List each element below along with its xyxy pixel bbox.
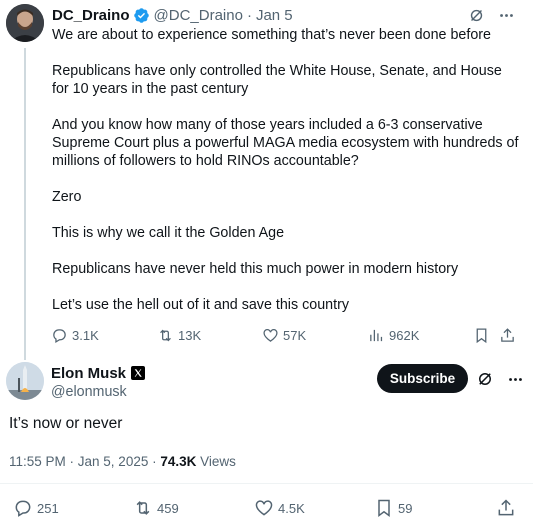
author-name[interactable]: Elon Musk bbox=[51, 365, 126, 382]
views-count: 74.3K bbox=[160, 454, 197, 469]
share-button[interactable] bbox=[496, 498, 516, 518]
post-timestamp: 11:55 PM · Jan 5, 2025 · 74.3K Views bbox=[9, 454, 236, 469]
more-icon[interactable] bbox=[506, 370, 524, 388]
reply-paragraph: And you know how many of those years inc… bbox=[52, 117, 519, 169]
bookmark-icon bbox=[378, 499, 390, 517]
share-icon bbox=[501, 327, 514, 342]
views-icon bbox=[370, 329, 383, 341]
reply-paragraph: Republicans have never held this much po… bbox=[52, 261, 459, 277]
main-top-actions bbox=[476, 370, 524, 388]
reply-top-actions bbox=[467, 6, 515, 24]
like-icon bbox=[255, 500, 273, 516]
author-handle[interactable]: @elonmusk bbox=[51, 384, 145, 400]
reply-icon bbox=[53, 328, 66, 343]
reply-paragraph: This is why we call it the Golden Age bbox=[52, 225, 285, 241]
grok-icon[interactable] bbox=[476, 370, 494, 388]
grok-icon[interactable] bbox=[467, 6, 485, 24]
reply-paragraph: Let’s use the hell out of it and save th… bbox=[52, 297, 349, 313]
repost-icon bbox=[136, 501, 150, 515]
reply-header: DC_Draino @DC_Draino · Jan 5 bbox=[52, 5, 293, 25]
repost-icon bbox=[160, 329, 171, 341]
reply-count: 251 bbox=[37, 500, 59, 516]
repost-button[interactable]: 13K bbox=[157, 327, 201, 344]
views-button[interactable]: 962K bbox=[368, 327, 419, 344]
more-icon[interactable] bbox=[497, 6, 515, 24]
main-action-row: 251 459 4.5K 59 bbox=[0, 498, 533, 518]
avatar-elon-musk[interactable] bbox=[6, 362, 44, 400]
reply-body: We are about to experience something tha… bbox=[52, 26, 522, 314]
divider bbox=[0, 483, 533, 484]
repost-count: 13K bbox=[178, 327, 202, 343]
reply-paragraph: Zero bbox=[52, 189, 82, 205]
share-icon bbox=[498, 499, 514, 516]
views-label: Views bbox=[196, 454, 236, 469]
post-time[interactable]: Jan 5 bbox=[256, 7, 293, 24]
views-count: 962K bbox=[389, 327, 420, 343]
bookmark-button[interactable]: 59 bbox=[374, 498, 412, 518]
subscribe-button[interactable]: Subscribe bbox=[377, 364, 468, 393]
avatar-dc-draino[interactable] bbox=[6, 4, 44, 42]
main-post-header: Elon Musk @elonmusk bbox=[51, 364, 146, 400]
like-button[interactable]: 4.5K bbox=[254, 498, 305, 518]
main-post-text: It’s now or never bbox=[9, 415, 123, 432]
reply-action-row: 3.1K 13K 57K 962K bbox=[0, 326, 533, 344]
reply-paragraph: Republicans have only controlled the Whi… bbox=[52, 63, 502, 97]
like-count: 4.5K bbox=[278, 500, 305, 516]
x-affiliate-badge bbox=[131, 366, 146, 380]
repost-button[interactable]: 459 bbox=[133, 498, 179, 518]
like-icon bbox=[263, 328, 278, 342]
thread-connector bbox=[24, 48, 26, 360]
reply-icon bbox=[15, 500, 31, 517]
bookmark-count: 59 bbox=[398, 500, 413, 516]
like-button[interactable]: 57K bbox=[262, 327, 306, 344]
reply-button[interactable]: 3.1K bbox=[51, 327, 99, 344]
post-time[interactable]: 11:55 PM · Jan 5, 2025 · bbox=[9, 454, 160, 469]
separator: · bbox=[246, 6, 252, 24]
author-name[interactable]: DC_Draino bbox=[52, 7, 130, 24]
share-button[interactable] bbox=[499, 327, 516, 344]
bookmark-icon bbox=[476, 327, 487, 343]
verified-icon bbox=[133, 7, 150, 24]
reply-button[interactable]: 251 bbox=[13, 498, 59, 518]
repost-count: 459 bbox=[157, 500, 179, 516]
bookmark-button[interactable] bbox=[473, 327, 490, 344]
main-name-row: Elon Musk bbox=[51, 364, 146, 382]
like-count: 57K bbox=[283, 327, 307, 343]
author-handle[interactable]: @DC_Draino bbox=[154, 7, 243, 24]
reply-paragraph: We are about to experience something tha… bbox=[52, 27, 492, 43]
reply-count: 3.1K bbox=[72, 327, 99, 343]
